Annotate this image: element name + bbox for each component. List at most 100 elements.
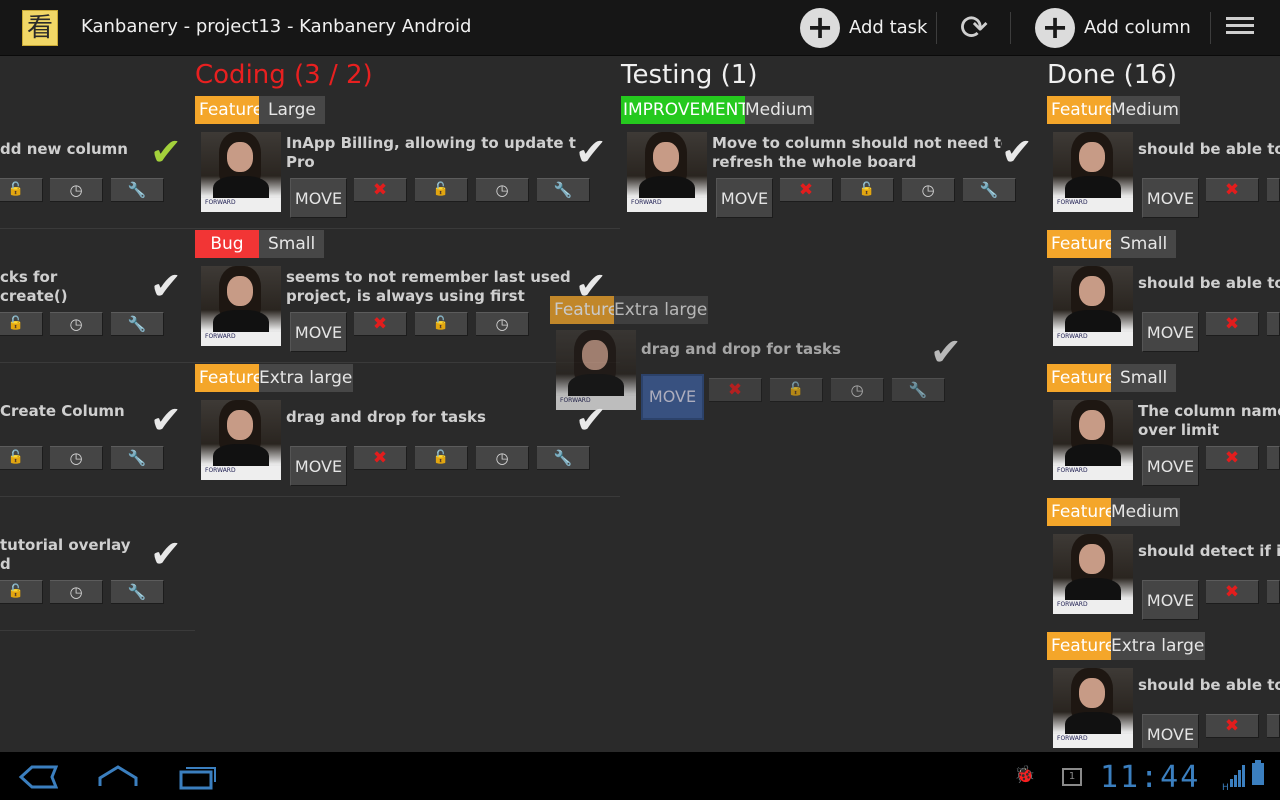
move-button[interactable]: MOVE: [1142, 446, 1199, 486]
clock-icon[interactable]: ◷: [50, 178, 103, 202]
check-icon[interactable]: ✔: [150, 132, 182, 172]
move-button[interactable]: MOVE: [716, 178, 773, 218]
avatar[interactable]: FORWARD: [627, 132, 707, 212]
task-size-badge: Extra large: [1111, 632, 1206, 660]
home-icon[interactable]: [97, 764, 139, 794]
avatar[interactable]: FORWARD: [201, 266, 281, 346]
task-type-badge: Feature: [1047, 230, 1120, 258]
add-task-button[interactable]: + Add task: [794, 0, 932, 56]
lock-icon[interactable]: 🔓: [415, 312, 468, 336]
recent-apps-icon[interactable]: [178, 764, 218, 794]
move-button[interactable]: MOVE: [1142, 312, 1199, 352]
clock-icon[interactable]: ◷: [50, 312, 103, 336]
delete-icon[interactable]: ✖: [354, 312, 407, 336]
add-column-button[interactable]: + Add column: [1029, 0, 1199, 56]
wrench-icon[interactable]: 🔧: [111, 446, 164, 470]
clock-icon[interactable]: ◷: [902, 178, 955, 202]
task-card[interactable]: Feature Large FORWARD InApp Billing, all…: [195, 96, 620, 230]
clock-icon[interactable]: ◷: [50, 446, 103, 470]
lock-icon[interactable]: 🔓: [0, 312, 43, 336]
avatar[interactable]: FORWARD: [1053, 668, 1133, 748]
clock[interactable]: 11:44: [1100, 760, 1200, 795]
avatar[interactable]: FORWARD: [1053, 400, 1133, 480]
avatar[interactable]: FORWARD: [1053, 266, 1133, 346]
wrench-icon[interactable]: 🔧: [537, 178, 590, 202]
move-button[interactable]: MOVE: [290, 178, 347, 218]
task-title: drag and drop for tasks: [641, 340, 841, 358]
column-title-done[interactable]: Done (16): [1047, 60, 1177, 90]
lock-icon[interactable]: [1267, 714, 1280, 738]
wrench-icon[interactable]: 🔧: [111, 580, 164, 604]
check-icon[interactable]: ✔: [150, 266, 182, 306]
debug-bug-icon: 🐞: [1014, 765, 1036, 785]
task-card[interactable]: dd new column ✔ 🔓 ◷ 🔧: [0, 96, 195, 230]
task-size-badge: Medium: [745, 96, 814, 124]
column-title-coding[interactable]: Coding (3 / 2): [195, 60, 373, 90]
clock-icon[interactable]: ◷: [50, 580, 103, 604]
column-title-testing[interactable]: Testing (1): [621, 60, 758, 90]
avatar[interactable]: FORWARD: [1053, 132, 1133, 212]
delete-icon[interactable]: ✖: [780, 178, 833, 202]
task-card[interactable]: tutorial overlay d ✔ 🔓 ◷ 🔧: [0, 498, 195, 632]
task-card[interactable]: Feature Small FORWARD should be able to …: [1047, 230, 1280, 364]
task-card[interactable]: Feature Small FORWARD The column name ov…: [1047, 364, 1280, 498]
overflow-menu-icon[interactable]: [1226, 17, 1254, 41]
action-divider: [1010, 12, 1011, 44]
lock-icon[interactable]: [1267, 580, 1280, 604]
check-icon[interactable]: ✔: [150, 400, 182, 440]
task-card[interactable]: Create Column ✔ 🔓 ◷ 🔧: [0, 364, 195, 498]
delete-icon[interactable]: ✖: [354, 446, 407, 470]
lock-icon[interactable]: 🔓: [841, 178, 894, 202]
clock-icon[interactable]: ◷: [476, 446, 529, 470]
check-icon[interactable]: ✔: [1001, 132, 1033, 172]
clock-icon: ◷: [831, 378, 884, 402]
lock-icon[interactable]: [1267, 178, 1280, 202]
sync-icon[interactable]: ⟳: [955, 10, 993, 48]
delete-icon[interactable]: ✖: [354, 178, 407, 202]
task-card[interactable]: cks for create() ✔ 🔓 ◷ 🔧: [0, 230, 195, 364]
delete-icon[interactable]: ✖: [1206, 714, 1259, 738]
app-logo-icon[interactable]: 看: [22, 10, 58, 46]
avatar[interactable]: FORWARD: [1053, 534, 1133, 614]
avatar[interactable]: FORWARD: [201, 132, 281, 212]
move-button[interactable]: MOVE: [641, 374, 704, 420]
lock-icon[interactable]: 🔓: [0, 580, 43, 604]
move-button[interactable]: MOVE: [290, 446, 347, 486]
move-button[interactable]: MOVE: [1142, 580, 1199, 620]
clock-icon[interactable]: ◷: [476, 178, 529, 202]
delete-icon[interactable]: ✖: [1206, 446, 1259, 470]
delete-icon: ✖: [709, 378, 762, 402]
wrench-icon[interactable]: 🔧: [111, 178, 164, 202]
task-card[interactable]: IMPROVEMENT Medium FORWARD Move to colum…: [621, 96, 1046, 230]
back-icon[interactable]: [18, 764, 59, 794]
delete-icon[interactable]: ✖: [1206, 312, 1259, 336]
move-button[interactable]: MOVE: [1142, 714, 1199, 748]
task-type-badge: IMPROVEMENT: [621, 96, 751, 124]
lock-icon[interactable]: 🔓: [0, 446, 43, 470]
task-card[interactable]: Feature Medium FORWARD should detect if …: [1047, 498, 1280, 632]
move-button[interactable]: MOVE: [1142, 178, 1199, 218]
wrench-icon[interactable]: 🔧: [111, 312, 164, 336]
dragged-task-ghost[interactable]: Feature Extra large FORWARD drag and dro…: [550, 296, 970, 426]
move-button[interactable]: MOVE: [290, 312, 347, 352]
clock-icon[interactable]: ◷: [476, 312, 529, 336]
wrench-icon[interactable]: 🔧: [963, 178, 1016, 202]
task-type-badge: Feature: [550, 296, 623, 324]
wrench-icon[interactable]: 🔧: [537, 446, 590, 470]
check-icon[interactable]: ✔: [150, 534, 182, 574]
task-title: should be able to c: [1138, 140, 1280, 158]
lock-icon[interactable]: 🔓: [415, 446, 468, 470]
check-icon[interactable]: ✔: [575, 132, 607, 172]
lock-icon[interactable]: [1267, 446, 1280, 470]
delete-icon[interactable]: ✖: [1206, 178, 1259, 202]
task-card[interactable]: Feature Medium FORWARD should be able to…: [1047, 96, 1280, 230]
action-bar: 看 Kanbanery - project13 - Kanbanery Andr…: [0, 0, 1280, 56]
lock-icon[interactable]: 🔓: [0, 178, 43, 202]
lock-icon[interactable]: 🔓: [415, 178, 468, 202]
task-card[interactable]: Feature Extra large FORWARD should be ab…: [1047, 632, 1280, 748]
delete-icon[interactable]: ✖: [1206, 580, 1259, 604]
lock-icon[interactable]: [1267, 312, 1280, 336]
notification-count-icon[interactable]: 1: [1062, 768, 1082, 786]
task-title: should be able to l: [1138, 274, 1280, 292]
avatar[interactable]: FORWARD: [201, 400, 281, 480]
